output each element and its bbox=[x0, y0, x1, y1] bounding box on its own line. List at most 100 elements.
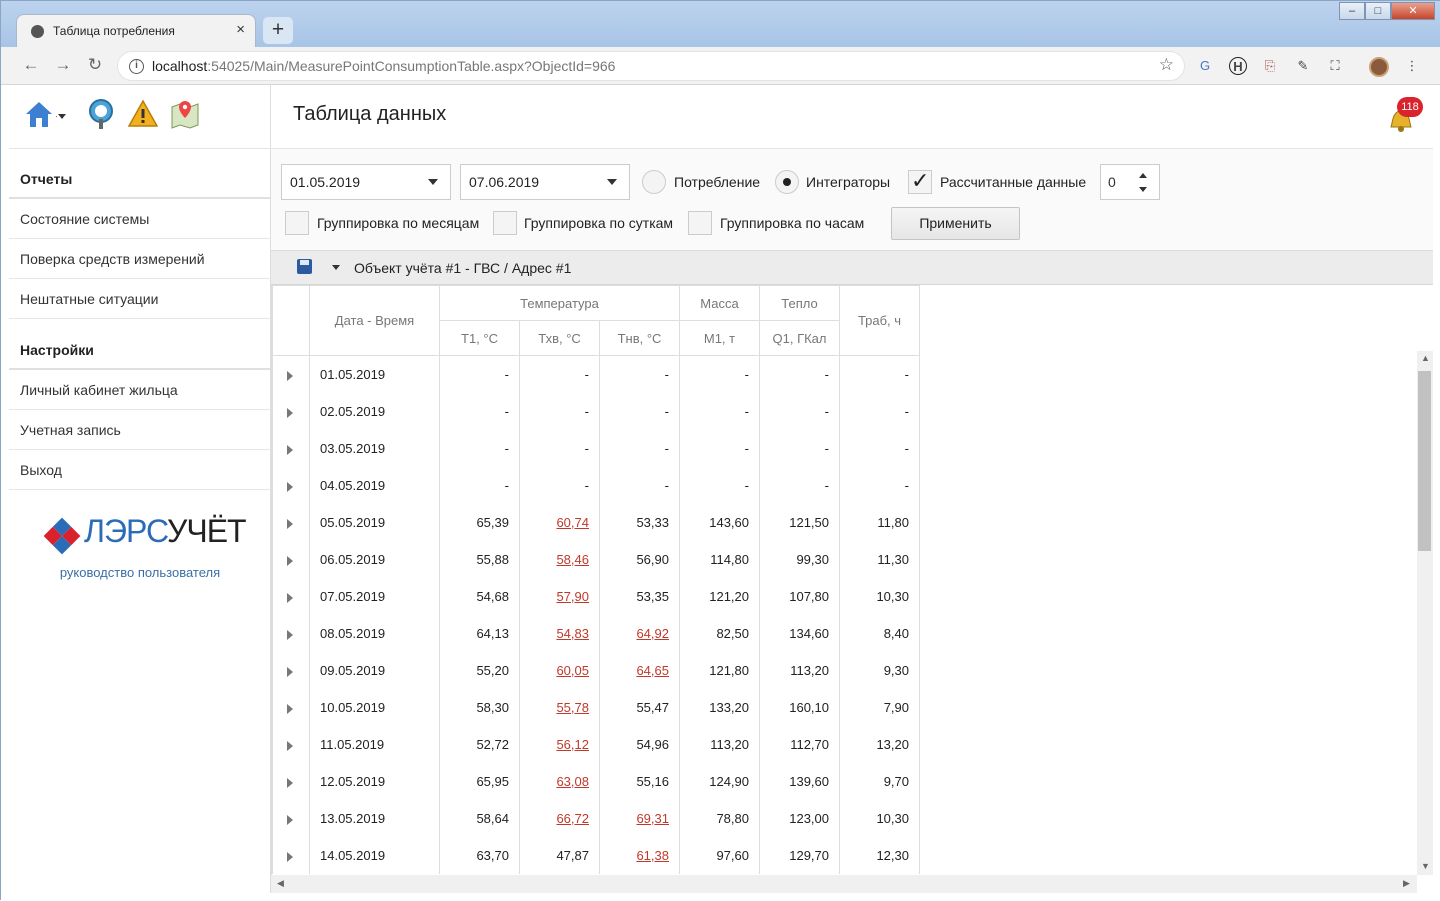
notification-count-badge[interactable]: 118 bbox=[1397, 97, 1423, 117]
row-expand-cell[interactable] bbox=[272, 688, 310, 726]
user-guide-link[interactable]: руководство пользователя bbox=[9, 565, 271, 580]
menu-item-account[interactable]: Учетная запись bbox=[9, 410, 271, 450]
column-header-trab[interactable]: Траб, ч bbox=[839, 285, 920, 356]
expand-row-icon[interactable] bbox=[287, 814, 293, 825]
row-expand-cell[interactable] bbox=[272, 503, 310, 541]
table-row[interactable]: 14.05.2019 63,70 47,87 61,38 97,60 129,70 12,3… bbox=[272, 836, 920, 874]
column-header-m1[interactable]: М1, т bbox=[679, 320, 760, 356]
cell-txv-value[interactable]: 56,12 bbox=[556, 737, 589, 752]
warning-icon[interactable] bbox=[126, 97, 160, 131]
translate-icon[interactable]: G bbox=[1196, 57, 1214, 75]
expand-row-icon[interactable] bbox=[287, 370, 293, 381]
group-hours-label[interactable]: Группировка по часам bbox=[720, 215, 864, 231]
chevron-down-icon[interactable] bbox=[57, 113, 67, 121]
reload-icon[interactable]: ↻ bbox=[84, 55, 106, 77]
info-icon[interactable]: i bbox=[129, 59, 144, 74]
column-header-datetime[interactable]: Дата - Время bbox=[309, 285, 440, 356]
back-icon[interactable]: ← bbox=[20, 55, 42, 77]
row-expand-cell[interactable] bbox=[272, 762, 310, 800]
table-row[interactable]: 05.05.2019 65,39 60,74 53,33 143,60 121,50 11,… bbox=[272, 503, 920, 541]
menu-dots-icon[interactable]: ⋮ bbox=[1403, 57, 1421, 75]
group-days-checkbox[interactable] bbox=[493, 211, 517, 235]
group-months-checkbox[interactable] bbox=[285, 211, 309, 235]
row-expand-cell[interactable] bbox=[272, 836, 310, 874]
menu-item-resident-cabinet[interactable]: Личный кабинет жильца bbox=[9, 370, 271, 410]
cell-tnv-value[interactable]: 64,92 bbox=[636, 626, 669, 641]
expand-row-icon[interactable] bbox=[287, 740, 293, 751]
table-row[interactable]: 13.05.2019 58,64 66,72 69,31 78,80 123,00 10,3… bbox=[272, 799, 920, 837]
row-expand-cell[interactable] bbox=[272, 429, 310, 467]
row-expand-cell[interactable] bbox=[272, 651, 310, 689]
map-icon[interactable] bbox=[168, 97, 202, 131]
group-hours-checkbox[interactable] bbox=[688, 211, 712, 235]
row-expand-cell[interactable] bbox=[272, 392, 310, 430]
pdf-icon[interactable]: ⎘ bbox=[1261, 57, 1279, 75]
row-expand-cell[interactable] bbox=[272, 799, 310, 837]
cell-txv-value[interactable]: 55,78 bbox=[556, 700, 589, 715]
stepper-down-icon[interactable] bbox=[1139, 187, 1147, 192]
column-header-txv[interactable]: Тхв, °С bbox=[519, 320, 600, 356]
table-row[interactable]: 08.05.2019 64,13 54,83 64,92 82,50 134,60 8,40 bbox=[272, 614, 920, 652]
expand-row-icon[interactable] bbox=[287, 518, 293, 529]
table-row[interactable]: 02.05.2019 - - - - - - bbox=[272, 392, 920, 430]
menu-item-emergencies[interactable]: Нештатные ситуации bbox=[9, 279, 271, 319]
save-icon[interactable] bbox=[297, 259, 312, 274]
forward-icon[interactable]: → bbox=[52, 55, 74, 77]
scroll-left-icon[interactable]: ◀ bbox=[277, 878, 284, 889]
table-row[interactable]: 07.05.2019 54,68 57,90 53,35 121,20 107,80 10,… bbox=[272, 577, 920, 615]
expand-row-icon[interactable] bbox=[287, 555, 293, 566]
scroll-up-icon[interactable]: ▲ bbox=[1421, 353, 1430, 363]
cell-txv-value[interactable]: 54,83 bbox=[556, 626, 589, 641]
stepper-up-icon[interactable] bbox=[1139, 173, 1147, 178]
extension-h-icon[interactable]: H bbox=[1229, 57, 1247, 75]
interval-stepper[interactable]: 0 bbox=[1100, 164, 1160, 200]
radio-consumption[interactable] bbox=[642, 170, 666, 194]
row-expand-cell[interactable] bbox=[272, 466, 310, 504]
expand-row-icon[interactable] bbox=[287, 592, 293, 603]
pen-extension-icon[interactable]: ✎ bbox=[1294, 57, 1312, 75]
cell-txv-value[interactable]: 58,46 bbox=[556, 552, 589, 567]
radio-integrators-label[interactable]: Интеграторы bbox=[806, 174, 890, 190]
cell-tnv-value[interactable]: 61,38 bbox=[636, 848, 669, 863]
maximize-button[interactable]: □ bbox=[1365, 2, 1391, 20]
cell-tnv-value[interactable]: 69,31 bbox=[636, 811, 669, 826]
bookmark-star-icon[interactable]: ☆ bbox=[1159, 55, 1174, 75]
vertical-scroll-thumb[interactable] bbox=[1418, 371, 1431, 551]
scroll-down-icon[interactable]: ▼ bbox=[1421, 861, 1430, 871]
expand-row-icon[interactable] bbox=[287, 444, 293, 455]
cell-txv-value[interactable]: 66,72 bbox=[556, 811, 589, 826]
expand-row-icon[interactable] bbox=[287, 666, 293, 677]
minimize-button[interactable]: – bbox=[1339, 2, 1365, 20]
expand-row-icon[interactable] bbox=[287, 629, 293, 640]
date-from-select[interactable]: 01.05.2019 bbox=[281, 164, 451, 200]
table-row[interactable]: 11.05.2019 52,72 56,12 54,96 113,20 112,70 13,… bbox=[272, 725, 920, 763]
cell-txv-value[interactable]: 57,90 bbox=[556, 589, 589, 604]
browser-tab[interactable]: Таблица потребления × bbox=[16, 14, 256, 47]
row-expand-cell[interactable] bbox=[272, 540, 310, 578]
row-expand-cell[interactable] bbox=[272, 355, 310, 393]
radio-consumption-label[interactable]: Потребление bbox=[674, 174, 760, 190]
menu-item-verification[interactable]: Поверка средств измерений bbox=[9, 239, 271, 279]
group-months-label[interactable]: Группировка по месяцам bbox=[317, 215, 479, 231]
date-to-select[interactable]: 07.06.2019 bbox=[460, 164, 630, 200]
row-expand-cell[interactable] bbox=[272, 577, 310, 615]
expand-row-icon[interactable] bbox=[287, 777, 293, 788]
close-window-button[interactable]: ✕ bbox=[1391, 2, 1435, 20]
scroll-right-icon[interactable]: ▶ bbox=[1403, 878, 1410, 889]
radio-integrators[interactable] bbox=[775, 170, 799, 194]
expand-row-icon[interactable] bbox=[287, 851, 293, 862]
meter-icon[interactable] bbox=[84, 97, 118, 131]
chevron-down-icon[interactable] bbox=[332, 265, 340, 270]
cell-txv-value[interactable]: 63,08 bbox=[556, 774, 589, 789]
new-tab-button[interactable]: + bbox=[263, 17, 293, 44]
expand-row-icon[interactable] bbox=[287, 407, 293, 418]
home-icon[interactable] bbox=[23, 97, 57, 131]
row-expand-cell[interactable] bbox=[272, 725, 310, 763]
calculated-data-label[interactable]: Рассчитанные данные bbox=[940, 174, 1086, 190]
table-row[interactable]: 04.05.2019 - - - - - - bbox=[272, 466, 920, 504]
menu-item-system-status[interactable]: Состояние системы bbox=[9, 199, 271, 239]
table-row[interactable]: 09.05.2019 55,20 60,05 64,65 121,80 113,20 9,3… bbox=[272, 651, 920, 689]
table-row[interactable]: 12.05.2019 65,95 63,08 55,16 124,90 139,60 9,7… bbox=[272, 762, 920, 800]
apply-button[interactable]: Применить bbox=[891, 207, 1020, 240]
expand-row-icon[interactable] bbox=[287, 481, 293, 492]
